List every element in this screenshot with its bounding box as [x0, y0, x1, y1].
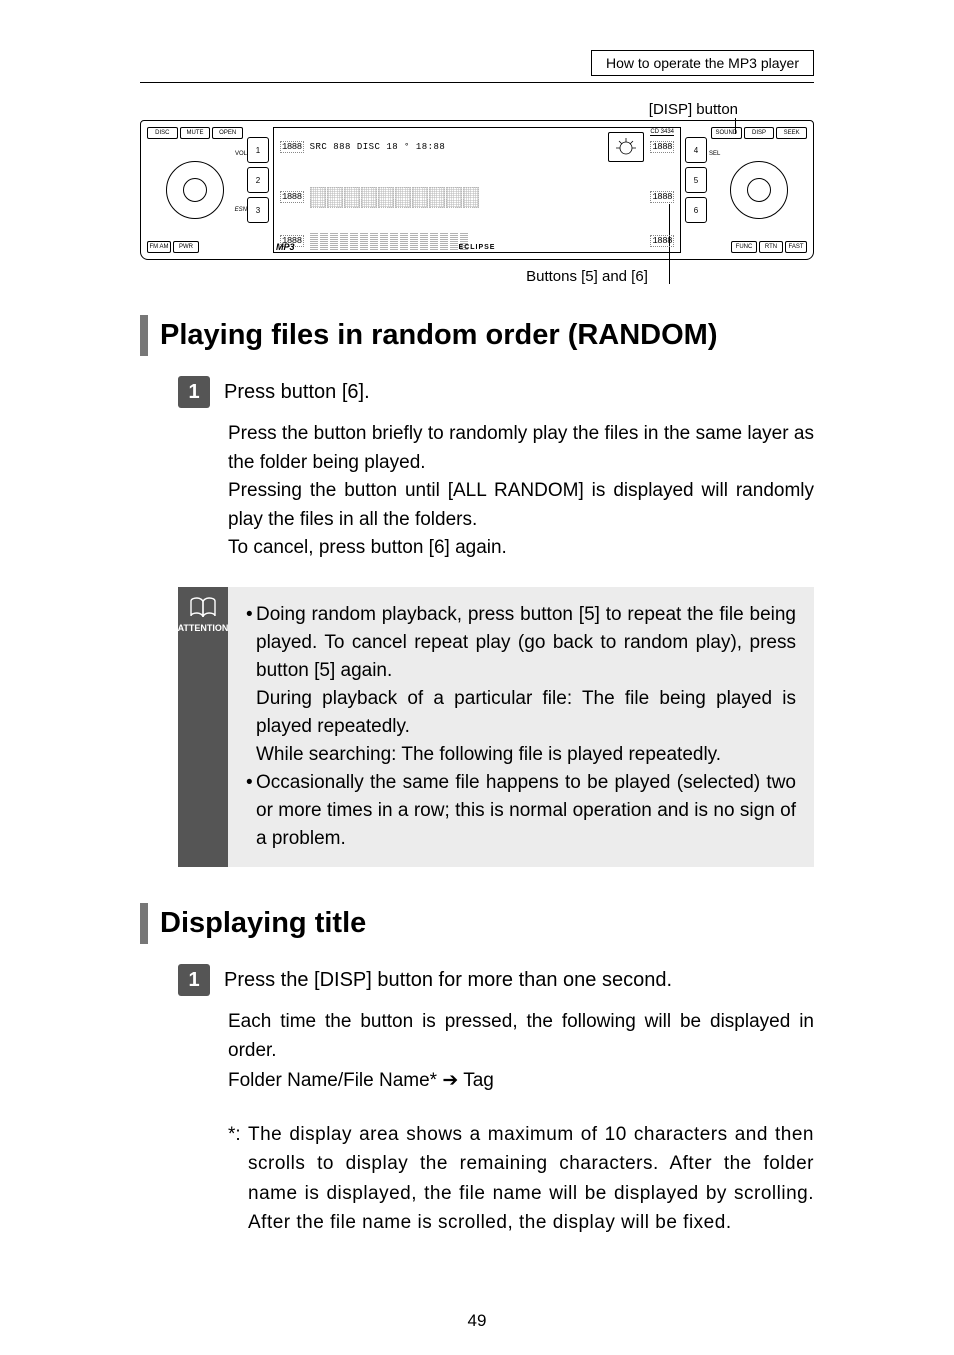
bottom-right-buttons: FUNC RTN FAST	[711, 241, 807, 253]
seg-r3: 1888	[650, 235, 674, 247]
lcd-row-2: 1888 1888	[280, 187, 674, 208]
diagram-label-56: Buttons [5] and [6]	[140, 268, 814, 285]
attention-block: ATTENTION •Doing random playback, press …	[178, 587, 814, 868]
lcd-display: CD 3434 1888 SRC 888 DISC 18 ° 18:88 188…	[273, 127, 681, 253]
step-badge-1: 1	[178, 376, 210, 408]
attention-bullet-1: •Doing random playback, press button [5]…	[246, 601, 796, 685]
random-step-text: Press button [6].	[224, 381, 370, 404]
faceplate-left: DISC MUTE OPEN VOL ESN FM AM PWR	[147, 127, 243, 253]
mute-button[interactable]: MUTE	[180, 127, 211, 139]
step-badge-1b: 1	[178, 964, 210, 996]
sel-label: SEL	[709, 151, 720, 157]
page: How to operate the MP3 player [DISP] but…	[0, 0, 954, 1355]
func-button[interactable]: FUNC	[731, 241, 757, 253]
header-breadcrumb-box: How to operate the MP3 player	[591, 50, 814, 76]
seek-button[interactable]: SEEK	[776, 127, 807, 139]
diagram-label-disp: [DISP] button	[140, 101, 814, 118]
top-left-buttons: DISC MUTE OPEN	[147, 127, 243, 139]
random-body-line-3: To cancel, press button [6] again.	[228, 534, 814, 563]
disc-button[interactable]: DISC	[147, 127, 178, 139]
disp-button[interactable]: DISP	[744, 127, 775, 139]
brand-label: ECLIPSE	[459, 244, 496, 251]
mp3-label: MP3	[276, 242, 295, 252]
title-body-line-2: Folder Name/File Name* ➔ Tag	[228, 1067, 814, 1096]
preset-1-button[interactable]: 1	[247, 137, 269, 163]
bottom-left-buttons: FM AM PWR	[147, 241, 243, 253]
right-knob-area: SEL	[711, 139, 807, 241]
seg-l2: 1888	[280, 191, 304, 203]
open-button[interactable]: OPEN	[212, 127, 243, 139]
sa-indicator	[608, 132, 644, 162]
random-step-row: 1 Press button [6].	[178, 376, 814, 408]
preset-2-button[interactable]: 2	[247, 167, 269, 193]
attention-sub-1: During playback of a particular file: Th…	[246, 685, 796, 741]
random-body-line-1: Press the button briefly to randomly pla…	[228, 420, 814, 477]
heading-random: Playing files in random order (RANDOM)	[140, 315, 814, 356]
attention-sub-2: While searching: The following file is p…	[246, 741, 796, 769]
attention-bullet-2: •Occasionally the same file happens to b…	[246, 769, 796, 853]
attention-b1-text: Doing random playback, press button [5] …	[256, 601, 796, 685]
faceplate-center: 1 2 3 CD 3434 1888 SRC 888 DISC 18 ° 18:…	[247, 127, 707, 253]
random-body: Press the button briefly to randomly pla…	[228, 420, 814, 563]
preset-4-button[interactable]: 4	[685, 137, 707, 163]
faceplate-right: SOUND DISP SEEK SEL FUNC RTN FAST	[711, 127, 807, 253]
volume-knob[interactable]	[166, 161, 224, 219]
seg-r2: 1888	[650, 191, 674, 203]
preset-col-left: 1 2 3	[247, 127, 269, 253]
header-rule	[140, 82, 814, 83]
seg-l1: 1888	[280, 141, 304, 153]
faceplate: DISC MUTE OPEN VOL ESN FM AM PWR 1	[140, 120, 814, 260]
page-number: 49	[0, 1311, 954, 1331]
vol-label: VOL	[235, 151, 247, 157]
seg-mid1: SRC 888 DISC 18 ° 18:88	[310, 142, 603, 152]
title-body: Each time the button is pressed, the fol…	[228, 1008, 814, 1096]
title-step-row: 1 Press the [DISP] button for more than …	[178, 964, 814, 996]
sa-icon	[615, 138, 637, 156]
top-right-buttons: SOUND DISP SEEK	[711, 127, 807, 139]
preset-3-button[interactable]: 3	[247, 197, 269, 223]
preset-col-right: 4 5 6	[685, 127, 707, 253]
char-row	[310, 187, 645, 208]
title-step-text: Press the [DISP] button for more than on…	[224, 969, 672, 992]
attention-b2-text: Occasionally the same file happens to be…	[256, 769, 796, 853]
book-icon	[188, 597, 218, 619]
pwr-button[interactable]: PWR	[173, 241, 199, 253]
fast-button[interactable]: FAST	[785, 241, 807, 253]
attention-body: •Doing random playback, press button [5]…	[228, 587, 814, 868]
lcd-row-1: 1888 SRC 888 DISC 18 ° 18:88 1888	[280, 132, 674, 162]
esn-label: ESN	[235, 207, 247, 213]
seg-r1: 1888	[650, 141, 674, 153]
preset-5-button[interactable]: 5	[685, 167, 707, 193]
heading-title: Displaying title	[140, 903, 814, 944]
sound-button[interactable]: SOUND	[711, 127, 742, 139]
attention-badge: ATTENTION	[178, 587, 228, 868]
attention-label: ATTENTION	[178, 623, 229, 633]
preset-6-button[interactable]: 6	[685, 197, 707, 223]
fm-am-button[interactable]: FM AM	[147, 241, 171, 253]
left-knob-area: VOL ESN	[147, 139, 243, 241]
title-footnote: *: The display area shows a maximum of 1…	[228, 1120, 814, 1238]
rtn-button[interactable]: RTN	[759, 241, 783, 253]
faceplate-diagram: DISC MUTE OPEN VOL ESN FM AM PWR 1	[140, 120, 814, 260]
footnote-text: The display area shows a maximum of 10 c…	[248, 1120, 814, 1238]
select-knob[interactable]	[730, 161, 788, 219]
footnote-marker: *:	[228, 1120, 248, 1238]
title-body-line-1: Each time the button is pressed, the fol…	[228, 1008, 814, 1065]
random-body-line-2: Pressing the button until [ALL RANDOM] i…	[228, 477, 814, 534]
model-label: CD 3434	[650, 129, 674, 136]
